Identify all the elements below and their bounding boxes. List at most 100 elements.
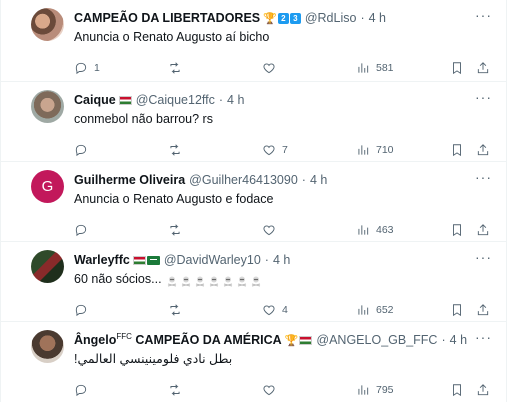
user-handle[interactable]: @ANGELO_GB_FFC: [316, 333, 437, 347]
reply-feed: CAMPEÃO DA LIBERTADORES 🏆 2 3 @RdLiso · …: [0, 0, 507, 402]
views-button[interactable]: 652: [356, 303, 396, 317]
user-handle[interactable]: @RdLiso: [305, 11, 357, 25]
badge-two: 2: [277, 12, 289, 24]
bookmark-button[interactable]: [450, 143, 464, 157]
reply-icon: [75, 304, 87, 317]
retweet-button[interactable]: [168, 383, 208, 397]
timestamp[interactable]: 4 h: [369, 11, 386, 25]
tweet[interactable]: Caique @Caique12ffc · 4 h conmebol não b…: [1, 82, 506, 162]
avatar[interactable]: [31, 330, 64, 363]
more-options-icon[interactable]: ···: [475, 330, 492, 344]
avatar[interactable]: G: [31, 170, 64, 203]
like-button[interactable]: [262, 383, 302, 397]
tweet[interactable]: CAMPEÃO DA LIBERTADORES 🏆 2 3 @RdLiso · …: [1, 0, 506, 82]
share-button[interactable]: [476, 303, 490, 317]
timestamp[interactable]: 4 h: [273, 253, 290, 267]
share-button[interactable]: [476, 61, 490, 75]
user-handle[interactable]: @Caique12ffc: [136, 93, 215, 107]
bookmark-button[interactable]: [450, 303, 464, 317]
like-button[interactable]: [262, 223, 302, 237]
avatar[interactable]: [31, 90, 64, 123]
skull-crossbones-icon: [236, 275, 248, 287]
hungary-flag-icon: [118, 95, 132, 105]
bookmark-icon: [453, 144, 461, 157]
name-flair: [132, 255, 160, 265]
timestamp[interactable]: 4 h: [227, 93, 244, 107]
badge-three: 3: [289, 12, 301, 24]
retweet-button[interactable]: [168, 143, 208, 157]
separator: ·: [218, 93, 224, 107]
timestamp[interactable]: 4 h: [450, 333, 467, 347]
reply-icon: [75, 62, 87, 75]
bookmark-button[interactable]: [450, 383, 464, 397]
reply-button[interactable]: [74, 303, 114, 317]
name-flair: 🏆: [285, 334, 313, 347]
view-count: 652: [376, 304, 394, 316]
reply-icon: [75, 224, 87, 237]
views-button[interactable]: 710: [356, 143, 396, 157]
retweet-icon: [170, 144, 180, 156]
action-bar: 1 581: [74, 52, 492, 84]
reply-button[interactable]: [74, 143, 114, 157]
share-button[interactable]: [476, 143, 490, 157]
reply-icon: [75, 384, 87, 397]
reply-icon: [75, 144, 87, 157]
bookmark-icon: [453, 304, 461, 317]
hungary-flag-icon: [299, 335, 313, 345]
display-name[interactable]: ÂngeloFFC CAMPEÃO DA AMÉRICA: [74, 332, 282, 347]
heart-icon: [263, 385, 275, 396]
retweet-icon: [170, 62, 180, 74]
bookmark-button[interactable]: [450, 61, 464, 75]
tweet-text: Anuncia o Renato Augusto e fodace: [74, 192, 274, 206]
view-count: 795: [376, 384, 394, 396]
share-icon: [477, 144, 489, 156]
more-options-icon[interactable]: ···: [475, 170, 492, 184]
skull-crossbones-icon: [250, 275, 262, 287]
reply-button[interactable]: [74, 223, 114, 237]
tweet[interactable]: Warleyffc @DavidWarley10 · 4 h 60 não só…: [1, 242, 506, 322]
bookmark-button[interactable]: [450, 223, 464, 237]
avatar[interactable]: [31, 250, 64, 283]
user-handle[interactable]: @DavidWarley10: [164, 253, 261, 267]
retweet-button[interactable]: [168, 61, 208, 75]
tweet-text-content: 60 não sócios...: [74, 272, 162, 286]
display-name[interactable]: Caique: [74, 93, 116, 107]
more-options-icon[interactable]: ···: [475, 8, 492, 22]
display-name[interactable]: Warleyffc: [74, 253, 130, 267]
display-name[interactable]: Guilherme Oliveira: [74, 173, 185, 187]
like-count: 4: [282, 304, 288, 316]
view-count: 463: [376, 224, 394, 236]
bookmark-icon: [453, 384, 461, 397]
retweet-button[interactable]: [168, 223, 208, 237]
like-button[interactable]: 4: [262, 303, 302, 317]
reply-button[interactable]: 1: [74, 61, 114, 75]
more-options-icon[interactable]: ···: [475, 250, 492, 264]
display-name[interactable]: CAMPEÃO DA LIBERTADORES: [74, 11, 260, 25]
views-icon: [358, 145, 369, 155]
skull-crossbones-icon: [180, 275, 192, 287]
tweet[interactable]: ÂngeloFFC CAMPEÃO DA AMÉRICA 🏆 @ANGELO_G…: [1, 322, 506, 402]
like-button[interactable]: [262, 61, 302, 75]
share-button[interactable]: [476, 383, 490, 397]
share-icon: [477, 384, 489, 396]
views-icon: [358, 63, 369, 73]
share-button[interactable]: [476, 223, 490, 237]
share-icon: [477, 304, 489, 316]
avatar[interactable]: [31, 8, 64, 41]
views-button[interactable]: 463: [356, 223, 396, 237]
user-handle[interactable]: @Guilher46413090: [189, 173, 298, 187]
skull-crossbones-icon: [166, 275, 178, 287]
tweet[interactable]: G Guilherme Oliveira @Guilher46413090 · …: [1, 162, 506, 242]
view-count: 581: [376, 62, 394, 74]
reply-count: 1: [94, 62, 100, 74]
reply-button[interactable]: [74, 383, 114, 397]
timestamp[interactable]: 4 h: [310, 173, 327, 187]
more-options-icon[interactable]: ···: [475, 90, 492, 104]
retweet-icon: [170, 304, 180, 316]
avatar-initial: G: [41, 178, 54, 195]
retweet-button[interactable]: [168, 303, 208, 317]
like-button[interactable]: 7: [262, 143, 302, 157]
views-button[interactable]: 581: [356, 61, 396, 75]
saudi-flag-icon: [146, 255, 160, 265]
views-button[interactable]: 795: [356, 383, 396, 397]
